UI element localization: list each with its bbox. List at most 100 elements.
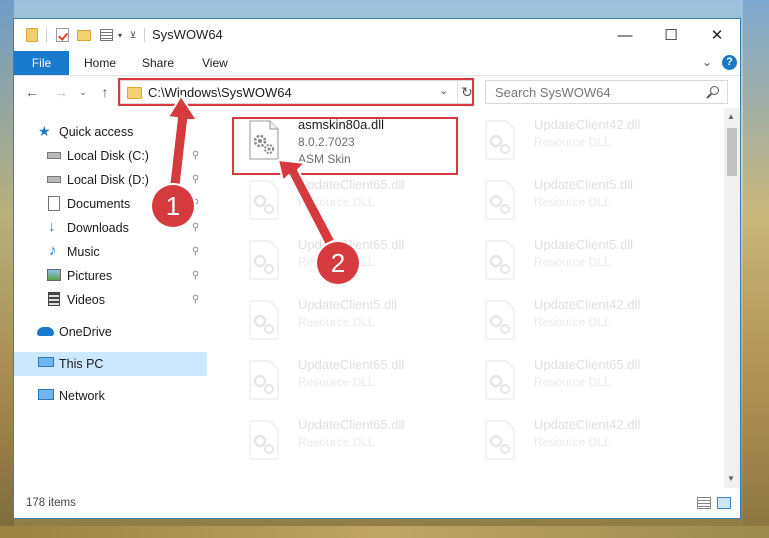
new-folder-icon[interactable]	[76, 26, 92, 44]
sidebar-item-quick-access[interactable]: ★ Quick access	[14, 120, 207, 144]
music-icon: ♪	[49, 242, 57, 259]
refresh-button[interactable]: ↻	[457, 81, 476, 103]
recent-locations-icon[interactable]: ⌄	[74, 82, 92, 102]
pin-icon[interactable]: ⚲	[192, 246, 202, 257]
sidebar-item-this-pc[interactable]: This PC	[14, 352, 207, 376]
help-icon[interactable]: ?	[722, 55, 737, 70]
pin-icon[interactable]: ⚲	[192, 150, 202, 161]
file-name: UpdateClient42.dll	[534, 117, 641, 132]
sidebar-item-label: OneDrive	[59, 325, 112, 339]
sidebar-item-onedrive[interactable]: OneDrive	[14, 320, 207, 344]
sidebar-item-label: Music	[67, 245, 100, 259]
chevron-down-icon[interactable]: ⌄	[439, 84, 448, 97]
file-type: Resource DLL	[534, 135, 611, 149]
file-item[interactable]: UpdateClient42.dll Resource DLL	[471, 412, 701, 466]
sidebar-item-videos[interactable]: Videos ⚲	[14, 288, 207, 312]
scroll-down-icon[interactable]: ▼	[727, 474, 735, 483]
dll-file-icon	[485, 300, 515, 340]
dll-file-icon	[485, 120, 515, 160]
sidebar-item-label: Pictures	[67, 269, 113, 283]
step1-badge: 1	[152, 185, 194, 227]
tab-file[interactable]: File	[14, 51, 69, 75]
file-item[interactable]: UpdateClient42.dll Resource DLL	[471, 292, 701, 346]
details-view-icon[interactable]	[697, 497, 711, 509]
dll-file-icon	[249, 360, 279, 400]
minimize-button[interactable]: —	[602, 19, 648, 51]
file-item[interactable]: UpdateClient65.dll Resource DLL	[235, 412, 465, 466]
back-button[interactable]: ←	[23, 82, 41, 102]
pin-icon[interactable]: ⚲	[192, 174, 202, 185]
videos-icon	[48, 292, 60, 306]
chevron-down-icon[interactable]: ▾	[115, 26, 125, 44]
file-type: Resource DLL	[534, 255, 611, 269]
properties-icon[interactable]	[98, 26, 114, 44]
file-item[interactable]: UpdateClient5.dll Resource DLL	[471, 172, 701, 226]
expand-ribbon-icon[interactable]: ⌄	[702, 55, 712, 69]
search-input[interactable]: Search SysWOW64	[495, 85, 611, 100]
drive-icon	[47, 152, 61, 159]
navigation-pane: ★ Quick access Local Disk (C:) ⚲ Local D…	[14, 108, 207, 488]
sidebar-item-local-disk-c[interactable]: Local Disk (C:) ⚲	[14, 144, 207, 168]
pin-icon[interactable]: ⚲	[192, 270, 202, 281]
pin-icon[interactable]: ⚲	[192, 222, 202, 233]
file-type: Resource DLL	[298, 195, 375, 209]
pin-icon[interactable]: ⚲	[192, 294, 202, 305]
sidebar-item-network[interactable]: Network	[14, 384, 207, 408]
file-item[interactable]: UpdateClient5.dll Resource DLL	[471, 232, 701, 286]
scroll-up-icon[interactable]: ▲	[727, 112, 735, 121]
file-item[interactable]: UpdateClient5.dll Resource DLL	[235, 292, 465, 346]
file-name: UpdateClient5.dll	[298, 297, 398, 312]
file-item[interactable]: UpdateClient65.dll Resource DLL	[235, 352, 465, 406]
dll-file-icon	[485, 420, 515, 460]
status-bar: 178 items	[14, 489, 740, 518]
file-type: Resource DLL	[534, 375, 611, 389]
sidebar-item-label: Documents	[67, 197, 131, 211]
file-name: UpdateClient42.dll	[534, 297, 641, 312]
ribbon: File Home Share View ⌄ ?	[14, 51, 740, 76]
pictures-icon	[47, 269, 61, 281]
forward-button[interactable]: →	[52, 82, 70, 102]
network-icon	[38, 389, 54, 400]
downloads-icon: ↓	[48, 218, 56, 235]
sidebar-item-label: Local Disk (C:)	[67, 149, 149, 163]
customize-toolbar-icon[interactable]: ⊻	[127, 26, 139, 44]
dll-file-icon	[249, 240, 279, 280]
file-highlight-box	[232, 117, 458, 175]
dll-file-icon	[249, 300, 279, 340]
file-item[interactable]: UpdateClient42.dll Resource DLL	[471, 112, 701, 166]
sidebar-item-label: Downloads	[67, 221, 129, 235]
file-type: Resource DLL	[298, 375, 375, 389]
desktop-background-left	[0, 0, 14, 538]
tab-view[interactable]: View	[202, 51, 228, 75]
star-icon: ★	[38, 123, 51, 139]
properties-check-icon[interactable]	[54, 26, 70, 44]
title-bar: ▾ ⊻ SysWOW64 — ☐ ✕	[14, 19, 740, 51]
sidebar-item-music[interactable]: ♪ Music ⚲	[14, 240, 207, 264]
file-type: Resource DLL	[298, 435, 375, 449]
up-button[interactable]: ↑	[96, 82, 114, 102]
search-box[interactable]: Search SysWOW64	[485, 80, 728, 104]
sidebar-item-label: Network	[59, 389, 105, 403]
address-bar[interactable]: C:\Windows\SysWOW64 ⌄ ↻	[120, 80, 474, 104]
drive-icon	[47, 176, 61, 183]
item-count: 178 items	[26, 497, 76, 509]
maximize-button[interactable]: ☐	[648, 19, 694, 51]
file-item[interactable]: UpdateClient65.dll Resource DLL	[235, 172, 465, 226]
tab-home[interactable]: Home	[84, 51, 116, 75]
close-button[interactable]: ✕	[694, 19, 740, 51]
folder-icon	[24, 26, 40, 44]
toolbar-separator	[144, 28, 145, 42]
file-name: UpdateClient65.dll	[298, 357, 405, 372]
address-path[interactable]: C:\Windows\SysWOW64	[148, 85, 292, 100]
vertical-scrollbar[interactable]: ▲ ▼	[724, 108, 740, 488]
toolbar-separator	[46, 28, 47, 42]
file-item[interactable]: UpdateClient65.dll Resource DLL	[471, 352, 701, 406]
file-type: Resource DLL	[298, 315, 375, 329]
large-icons-view-icon[interactable]	[717, 497, 731, 509]
scrollbar-thumb[interactable]	[727, 128, 737, 176]
cloud-icon	[37, 327, 54, 336]
tab-share[interactable]: Share	[142, 51, 174, 75]
desktop-background-bottom	[0, 526, 769, 538]
file-type: Resource DLL	[534, 435, 611, 449]
sidebar-item-pictures[interactable]: Pictures ⚲	[14, 264, 207, 288]
